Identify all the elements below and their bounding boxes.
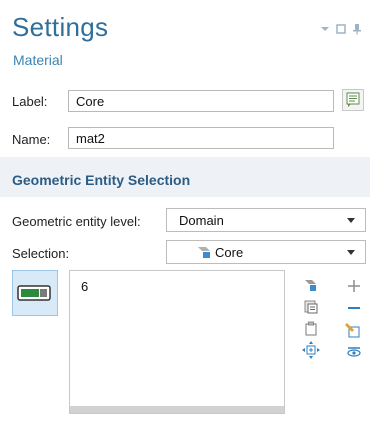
panel-subtitle: Material	[13, 52, 63, 68]
minus-icon[interactable]	[344, 298, 364, 318]
entity-level-select[interactable]: Domain	[166, 208, 366, 232]
horizontal-scrollbar[interactable]	[70, 406, 284, 413]
selection-list[interactable]	[69, 270, 285, 414]
list-item[interactable]: 6	[81, 279, 88, 294]
selection-value: Core	[215, 245, 244, 260]
clear-selection-icon[interactable]	[344, 320, 364, 340]
name-field[interactable]: mat2	[68, 127, 334, 149]
chevron-down-icon	[347, 250, 355, 255]
chevron-down-icon	[347, 218, 355, 223]
plus-icon[interactable]	[344, 276, 364, 296]
zoom-to-selection-icon[interactable]	[301, 340, 321, 360]
name-caption: Name:	[12, 132, 51, 147]
add-to-selection-icon[interactable]	[301, 276, 321, 296]
label-caption: Label:	[12, 94, 48, 109]
show-selection-icon[interactable]	[344, 342, 364, 362]
entity-level-value: Domain	[179, 213, 224, 228]
label-edit-button[interactable]	[342, 89, 364, 111]
label-field[interactable]: Core	[68, 90, 334, 112]
selection-select[interactable]: Core	[166, 240, 366, 264]
pin-icon[interactable]	[350, 22, 364, 36]
active-toggle-button[interactable]	[12, 270, 58, 316]
panel-title: Settings	[12, 12, 109, 42]
section-title[interactable]: Geometric Entity Selection	[12, 172, 190, 188]
maximize-icon[interactable]	[334, 22, 348, 36]
dropdown-triangle-icon[interactable]	[318, 22, 332, 36]
text-edit-icon	[346, 92, 360, 107]
selection-caption: Selection:	[12, 246, 70, 261]
paste-selection-icon[interactable]	[301, 297, 321, 317]
entity-level-caption: Geometric entity level:	[12, 214, 141, 229]
selection-icon	[197, 245, 211, 262]
toggle-switch-icon	[17, 285, 51, 301]
copy-selection-icon[interactable]	[301, 319, 321, 339]
